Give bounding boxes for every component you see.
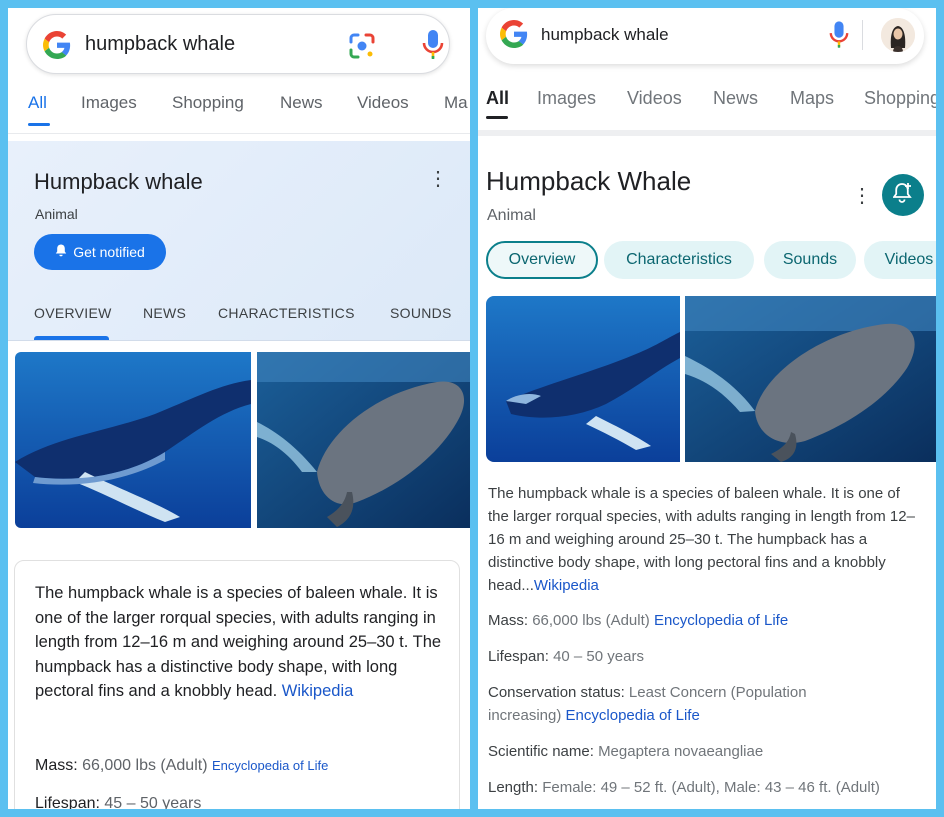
more-vert-icon[interactable]: ⋮ xyxy=(852,186,872,206)
bell-plus-icon xyxy=(892,182,913,209)
entity-description: The humpback whale is a species of balee… xyxy=(35,581,445,704)
subtab-news[interactable]: NEWS xyxy=(143,305,186,321)
chip-overview[interactable]: Overview xyxy=(486,241,598,279)
tab-all[interactable]: All xyxy=(486,88,509,109)
fact-mass: Mass: 66,000 lbs (Adult) Encyclopedia of… xyxy=(488,609,928,632)
fact-scientific-name: Scientific name: Megaptera novaeangliae xyxy=(488,740,928,763)
chip-sounds[interactable]: Sounds xyxy=(764,241,856,279)
google-g-logo-icon xyxy=(500,20,528,53)
fact-conservation-status: Conservation status: Least Concern (Popu… xyxy=(488,681,858,727)
entity-description: The humpback whale is a species of balee… xyxy=(488,482,920,597)
active-tab-indicator xyxy=(28,123,50,126)
user-avatar[interactable] xyxy=(881,18,915,52)
fact-lifespan: Lifespan: 40 – 50 years xyxy=(488,645,928,668)
description-text: The humpback whale is a species of balee… xyxy=(35,584,442,701)
bell-icon xyxy=(55,244,67,260)
fact-value: Female: 49 – 52 ft. (Adult), Male: 43 – … xyxy=(542,779,880,796)
fact-value: Megaptera novaeangliae xyxy=(598,743,764,760)
search-query[interactable]: humpback whale xyxy=(85,33,235,56)
wikipedia-link[interactable]: Wikipedia xyxy=(534,577,599,594)
tab-images[interactable]: Images xyxy=(537,88,596,109)
whale-image-1[interactable] xyxy=(15,352,251,528)
tab-maps[interactable]: Ma xyxy=(444,93,468,113)
chip-videos[interactable]: Videos xyxy=(864,241,936,279)
wikipedia-link[interactable]: Wikipedia xyxy=(282,682,354,700)
tab-shopping[interactable]: Shopping xyxy=(864,88,936,109)
fact-value: 45 – 50 years xyxy=(104,795,202,809)
tab-all[interactable]: All xyxy=(28,93,47,113)
fact-value: 66,000 lbs (Adult) xyxy=(532,612,650,629)
fact-value: 40 – 50 years xyxy=(553,648,644,665)
left-screenshot-panel: humpback whale All Images Shopping News … xyxy=(8,8,470,809)
section-separator xyxy=(478,130,936,136)
fact-label: Lifespan: xyxy=(35,795,100,809)
entity-title: Humpback Whale xyxy=(486,166,692,196)
entity-subtitle: Animal xyxy=(35,206,78,222)
google-lens-icon[interactable] xyxy=(347,31,377,66)
entity-title: Humpback whale xyxy=(34,169,203,194)
whale-image-2[interactable] xyxy=(685,296,936,462)
microphone-icon[interactable] xyxy=(422,29,444,66)
fact-length: Length: Female: 49 – 52 ft. (Adult), Mal… xyxy=(488,776,928,799)
fact-lifespan: Lifespan: 45 – 50 years xyxy=(35,795,201,809)
fact-value: 66,000 lbs (Adult) xyxy=(82,757,208,774)
fact-label: Conservation status: xyxy=(488,684,625,701)
fact-source-link[interactable]: Encyclopedia of Life xyxy=(566,707,700,724)
fact-label: Lifespan: xyxy=(488,648,549,665)
microphone-icon[interactable] xyxy=(829,20,849,55)
search-bar[interactable]: humpback whale xyxy=(26,14,450,74)
fact-label: Scientific name: xyxy=(488,743,594,760)
description-card: The humpback whale is a species of balee… xyxy=(14,560,460,809)
fact-source-link[interactable]: Encyclopedia of Life xyxy=(212,758,328,773)
search-bar[interactable]: humpback whale xyxy=(486,8,924,64)
right-screenshot-panel: humpback whale All Images Videos News Ma… xyxy=(478,8,936,809)
tab-news[interactable]: News xyxy=(713,88,758,109)
tab-images[interactable]: Images xyxy=(81,93,137,113)
tab-shopping[interactable]: Shopping xyxy=(172,93,244,113)
notify-bell-button[interactable] xyxy=(882,174,924,216)
search-tabs: All Images Shopping News Videos Ma xyxy=(8,88,470,134)
more-vert-icon[interactable]: ⋮ xyxy=(428,169,448,189)
fact-mass: Mass: 66,000 lbs (Adult) Encyclopedia of… xyxy=(35,757,328,775)
fact-source-link[interactable]: Encyclopedia of Life xyxy=(654,612,788,629)
google-g-logo-icon xyxy=(43,31,71,64)
tab-videos[interactable]: Videos xyxy=(627,88,682,109)
chip-characteristics[interactable]: Characteristics xyxy=(604,241,754,279)
subtab-characteristics[interactable]: CHARACTERISTICS xyxy=(218,305,355,321)
active-subtab-indicator xyxy=(34,336,109,340)
whale-image-2[interactable] xyxy=(257,352,470,528)
subtab-overview[interactable]: OVERVIEW xyxy=(34,305,112,321)
active-tab-indicator xyxy=(486,116,508,119)
search-query[interactable]: humpback whale xyxy=(541,25,669,45)
tab-news[interactable]: News xyxy=(280,93,323,113)
knowledge-panel-header: Humpback whale Animal ⋮ Get notified OVE… xyxy=(8,141,470,341)
whale-image-1[interactable] xyxy=(486,296,680,462)
get-notified-button[interactable]: Get notified xyxy=(34,234,166,270)
fact-label: Length: xyxy=(488,779,539,796)
tab-maps[interactable]: Maps xyxy=(790,88,834,109)
entity-subtitle: Animal xyxy=(487,207,536,224)
get-notified-label: Get notified xyxy=(73,244,145,260)
fact-label: Mass: xyxy=(35,757,78,774)
tab-videos[interactable]: Videos xyxy=(357,93,409,113)
fact-label: Mass: xyxy=(488,612,529,629)
subtab-sounds[interactable]: SOUNDS xyxy=(390,305,452,321)
search-divider xyxy=(862,20,863,50)
